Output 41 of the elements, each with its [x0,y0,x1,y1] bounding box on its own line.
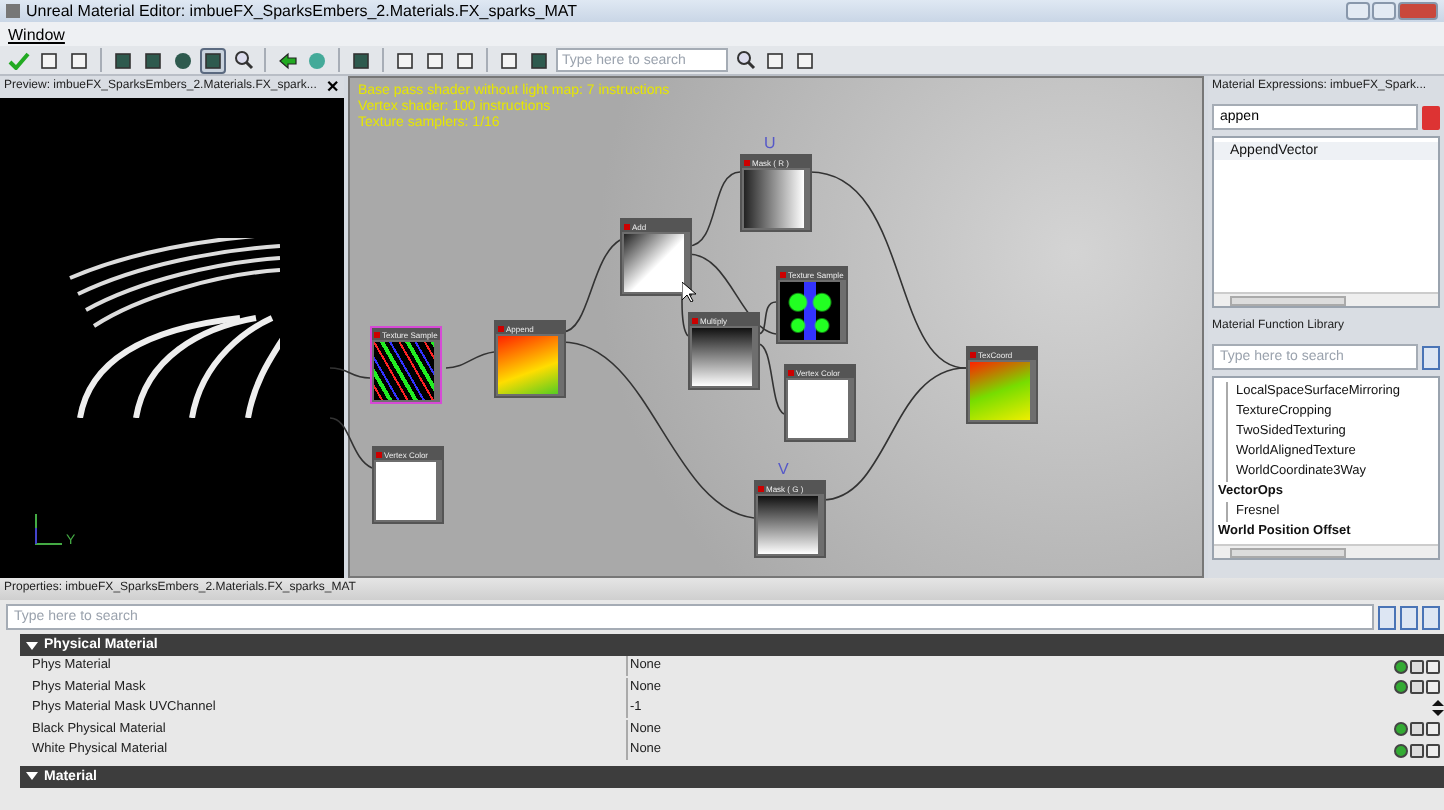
toolbar-button[interactable] [36,47,62,73]
toolbar-button[interactable] [170,47,196,73]
node-preview [624,234,684,292]
node-preview [788,380,848,438]
clear-button[interactable] [1422,105,1440,129]
toolbar-button[interactable] [762,47,788,73]
connection-wire [687,171,741,247]
menu-item[interactable]: Window [8,25,65,43]
node-preview [692,328,752,386]
close-button[interactable]: ✕ [326,78,340,96]
toolbar-button[interactable] [274,47,300,73]
toolbar-button[interactable] [348,47,374,73]
node-preview [374,342,434,400]
toolbar-button[interactable] [66,47,92,73]
node-caption: U [764,134,776,152]
cursor-icon [682,282,696,302]
connection-wire [329,417,373,469]
node-caption: V [778,460,789,478]
connection-wire [329,367,371,379]
toolbar-button[interactable] [140,47,166,73]
node-preview [498,336,558,394]
toolbar-button[interactable] [452,47,478,73]
connection-wire [561,239,621,333]
node-preview [744,170,804,228]
node-preview [376,462,436,520]
scrollbar-thumb[interactable] [1230,295,1346,305]
app-icon [6,4,20,18]
node-preview [780,282,840,340]
spinner-icon[interactable] [1430,700,1444,717]
toolbar-button[interactable] [496,47,522,73]
toolbar-button[interactable] [200,47,226,73]
toolbar-button[interactable] [110,47,136,73]
toolbar-button[interactable] [392,47,418,73]
scrollbar-thumb[interactable] [1230,547,1346,557]
node-preview [758,496,818,554]
toolbar-button[interactable] [422,47,448,73]
toolbar-button[interactable] [792,47,818,73]
node-preview [970,362,1030,420]
connection-wire [445,351,495,369]
window-title: Unreal Material Editor: imbueFX_SparksEmbers_2.Materials.FX_sparks_MAT [26,2,578,20]
toolbar-button[interactable] [526,47,552,73]
